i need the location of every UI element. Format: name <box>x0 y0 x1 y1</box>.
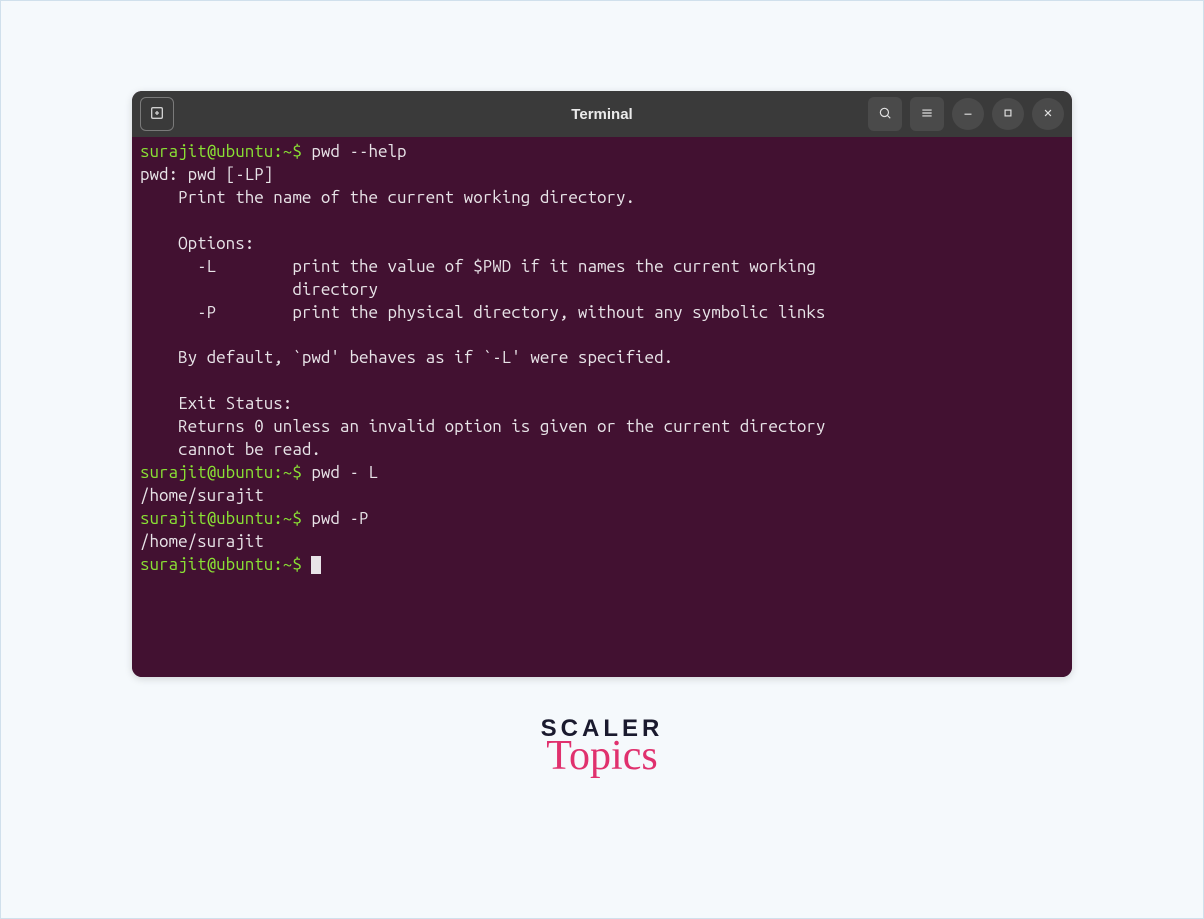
terminal-line: By default, `pwd' behaves as if `-L' wer… <box>140 347 1064 370</box>
terminal-line: /home/surajit <box>140 485 1064 508</box>
logo-line-2: Topics <box>541 735 664 777</box>
terminal-line: Options: <box>140 233 1064 256</box>
menu-button[interactable] <box>910 97 944 131</box>
terminal-line: directory <box>140 279 1064 302</box>
terminal-window: Terminal <box>132 91 1072 677</box>
terminal-line: pwd: pwd [-LP] <box>140 164 1064 187</box>
scaler-topics-logo: SCALER Topics <box>541 717 664 777</box>
terminal-line: surajit@ubuntu:~$ <box>140 554 1064 577</box>
terminal-output[interactable]: surajit@ubuntu:~$ pwd --helppwd: pwd [-L… <box>132 137 1072 677</box>
maximize-button[interactable] <box>992 98 1024 130</box>
terminal-line <box>140 325 1064 348</box>
new-tab-icon <box>149 105 165 124</box>
terminal-line: surajit@ubuntu:~$ pwd --help <box>140 141 1064 164</box>
terminal-line: surajit@ubuntu:~$ pwd - L <box>140 462 1064 485</box>
close-icon <box>1041 106 1055 123</box>
minimize-button[interactable] <box>952 98 984 130</box>
shell-prompt: surajit@ubuntu:~$ <box>140 555 302 574</box>
maximize-icon <box>1001 106 1015 123</box>
terminal-line: surajit@ubuntu:~$ pwd -P <box>140 508 1064 531</box>
shell-prompt: surajit@ubuntu:~$ <box>140 509 302 528</box>
hamburger-icon <box>920 106 934 123</box>
terminal-line: -P print the physical directory, without… <box>140 302 1064 325</box>
terminal-line: Returns 0 unless an invalid option is gi… <box>140 416 1064 439</box>
terminal-line: /home/surajit <box>140 531 1064 554</box>
terminal-line: cannot be read. <box>140 439 1064 462</box>
search-button[interactable] <box>868 97 902 131</box>
titlebar: Terminal <box>132 91 1072 137</box>
terminal-line: Print the name of the current working di… <box>140 187 1064 210</box>
shell-command: pwd --help <box>302 142 407 161</box>
close-button[interactable] <box>1032 98 1064 130</box>
terminal-line <box>140 210 1064 233</box>
terminal-line: Exit Status: <box>140 393 1064 416</box>
shell-command: pwd - L <box>302 463 378 482</box>
cursor <box>311 556 321 574</box>
new-tab-button[interactable] <box>140 97 174 131</box>
shell-command: pwd -P <box>302 509 369 528</box>
minimize-icon <box>961 106 975 123</box>
terminal-line <box>140 370 1064 393</box>
terminal-line: -L print the value of $PWD if it names t… <box>140 256 1064 279</box>
search-icon <box>878 106 892 123</box>
window-title: Terminal <box>571 106 632 123</box>
shell-prompt: surajit@ubuntu:~$ <box>140 463 302 482</box>
shell-prompt: surajit@ubuntu:~$ <box>140 142 302 161</box>
